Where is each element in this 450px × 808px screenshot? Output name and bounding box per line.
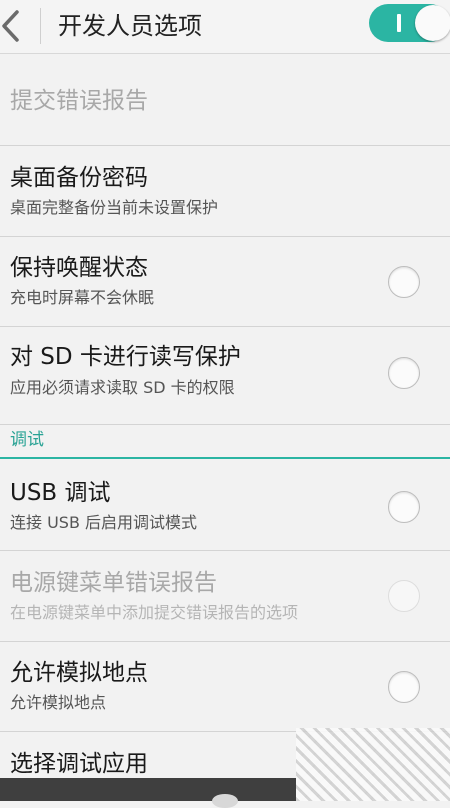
setting-title: 电源键菜单错误报告 — [10, 570, 217, 596]
setting-protect-sd-card[interactable]: 对 SD 卡进行读写保护 应用必须请求读取 SD 卡的权限 — [0, 327, 450, 425]
setting-allow-mock-locations[interactable]: 允许模拟地点 允许模拟地点 — [0, 642, 450, 732]
setting-title: 选择调试应用 — [10, 751, 148, 777]
setting-title: 对 SD 卡进行读写保护 — [10, 344, 241, 370]
watermark-overlay — [296, 728, 450, 801]
header-divider — [40, 8, 41, 44]
section-header-debugging: 调试 — [0, 425, 450, 459]
setting-take-bug-report[interactable]: 提交错误报告 — [0, 54, 450, 146]
setting-subtitle: 在电源键菜单中添加提交错误报告的选项 — [10, 603, 299, 622]
toggle-on-mark-icon — [397, 14, 401, 32]
setting-subtitle: 桌面完整备份当前未设置保护 — [10, 198, 219, 217]
app-header: 开发人员选项 — [0, 0, 450, 54]
back-arrow-icon[interactable] — [0, 6, 22, 46]
allow-mock-locations-radio[interactable] — [388, 671, 420, 703]
page-title: 开发人员选项 — [58, 12, 202, 40]
setting-title: 桌面备份密码 — [10, 165, 148, 191]
setting-subtitle: 允许模拟地点 — [10, 693, 107, 712]
system-navigation-bar — [0, 778, 296, 808]
setting-usb-debugging[interactable]: USB 调试 连接 USB 后启用调试模式 — [0, 459, 450, 551]
setting-title: 允许模拟地点 — [10, 660, 148, 686]
setting-title: USB 调试 — [10, 480, 111, 506]
setting-subtitle: 充电时屏幕不会休眠 — [10, 288, 155, 307]
setting-stay-awake[interactable]: 保持唤醒状态 充电时屏幕不会休眠 — [0, 237, 450, 327]
power-menu-bug-report-radio[interactable] — [388, 580, 420, 612]
developer-options-toggle[interactable] — [369, 4, 450, 42]
setting-desktop-backup-password[interactable]: 桌面备份密码 桌面完整备份当前未设置保护 — [0, 146, 450, 237]
usb-debugging-radio[interactable] — [388, 491, 420, 523]
setting-title: 保持唤醒状态 — [10, 255, 148, 281]
setting-title: 提交错误报告 — [10, 88, 148, 114]
setting-subtitle: 连接 USB 后启用调试模式 — [10, 513, 198, 532]
section-label: 调试 — [10, 430, 44, 450]
setting-subtitle: 应用必须请求读取 SD 卡的权限 — [10, 378, 235, 397]
home-button-icon[interactable] — [212, 794, 238, 808]
protect-sd-card-radio[interactable] — [388, 357, 420, 389]
setting-power-menu-bug-report[interactable]: 电源键菜单错误报告 在电源键菜单中添加提交错误报告的选项 — [0, 551, 450, 642]
stay-awake-radio[interactable] — [388, 266, 420, 298]
toggle-knob — [415, 5, 450, 41]
